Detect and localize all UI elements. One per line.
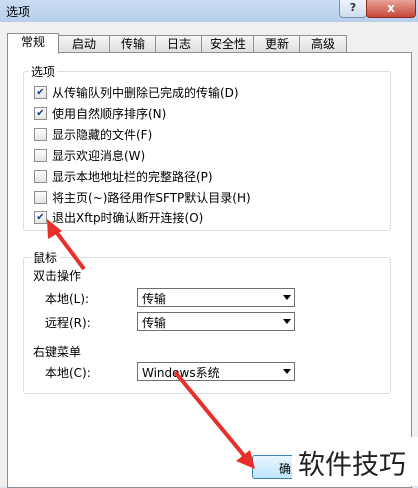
options-group-title: 选项 (29, 63, 58, 80)
option-label: 退出Xftp时确认断开连接(O) (52, 211, 204, 225)
close-icon: x (387, 1, 395, 15)
checkbox-show-hidden[interactable] (34, 128, 47, 141)
chevron-down-icon (283, 319, 291, 324)
checkbox-welcome-message[interactable] (34, 149, 47, 162)
tab-update[interactable]: 更新 (253, 35, 301, 53)
tab-startup[interactable]: 启动 (57, 35, 111, 53)
right-menu-local-select[interactable]: Windows系统 (137, 362, 295, 381)
tab-advanced[interactable]: 高级 (299, 35, 347, 53)
title-bar: 选项 ? x (0, 0, 418, 22)
tab-general[interactable]: 常规 (7, 33, 59, 54)
checkbox-full-path[interactable] (34, 170, 47, 183)
mouse-group-title: 鼠标 (31, 249, 60, 266)
double-click-remote-label: 远程(R): (45, 316, 91, 330)
tab-transfer[interactable]: 传输 (109, 35, 157, 53)
option-label: 显示本地地址栏的完整路径(P) (52, 170, 213, 184)
option-label: 使用自然顺序排序(N) (52, 107, 167, 121)
select-value: 传输 (142, 316, 167, 330)
double-click-remote-select[interactable]: 传输 (137, 312, 295, 331)
option-label: 从传输队列中删除已完成的传输(D) (52, 86, 239, 100)
checkbox-confirm-exit[interactable]: ✔ (34, 211, 47, 224)
watermark: 软件技巧 (292, 437, 418, 486)
option-label: 显示隐藏的文件(F) (52, 128, 153, 142)
window-title: 选项 (6, 5, 31, 19)
close-button[interactable]: x (366, 0, 416, 18)
chevron-down-icon (283, 295, 291, 300)
chevron-down-icon (283, 369, 291, 374)
checkbox-remove-completed[interactable]: ✔ (34, 86, 47, 99)
option-label: 将主页(~)路径用作SFTP默认目录(H) (52, 191, 251, 205)
right-menu-title: 右键菜单 (33, 345, 82, 359)
select-value: 传输 (142, 292, 167, 306)
right-menu-local-label: 本地(C): (45, 366, 91, 380)
tab-security[interactable]: 安全性 (201, 35, 255, 53)
double-click-title: 双击操作 (33, 269, 82, 283)
watermark-text: 软件技巧 (298, 450, 406, 481)
checkbox-home-sftp[interactable] (34, 191, 47, 204)
select-value: Windows系统 (142, 366, 220, 380)
help-button[interactable]: ? (339, 0, 367, 18)
double-click-local-select[interactable]: 传输 (137, 288, 295, 307)
option-label: 显示欢迎消息(W) (52, 149, 146, 163)
tab-log[interactable]: 日志 (155, 35, 203, 53)
double-click-local-label: 本地(L): (45, 292, 90, 306)
checkbox-natural-sort[interactable]: ✔ (34, 107, 47, 120)
